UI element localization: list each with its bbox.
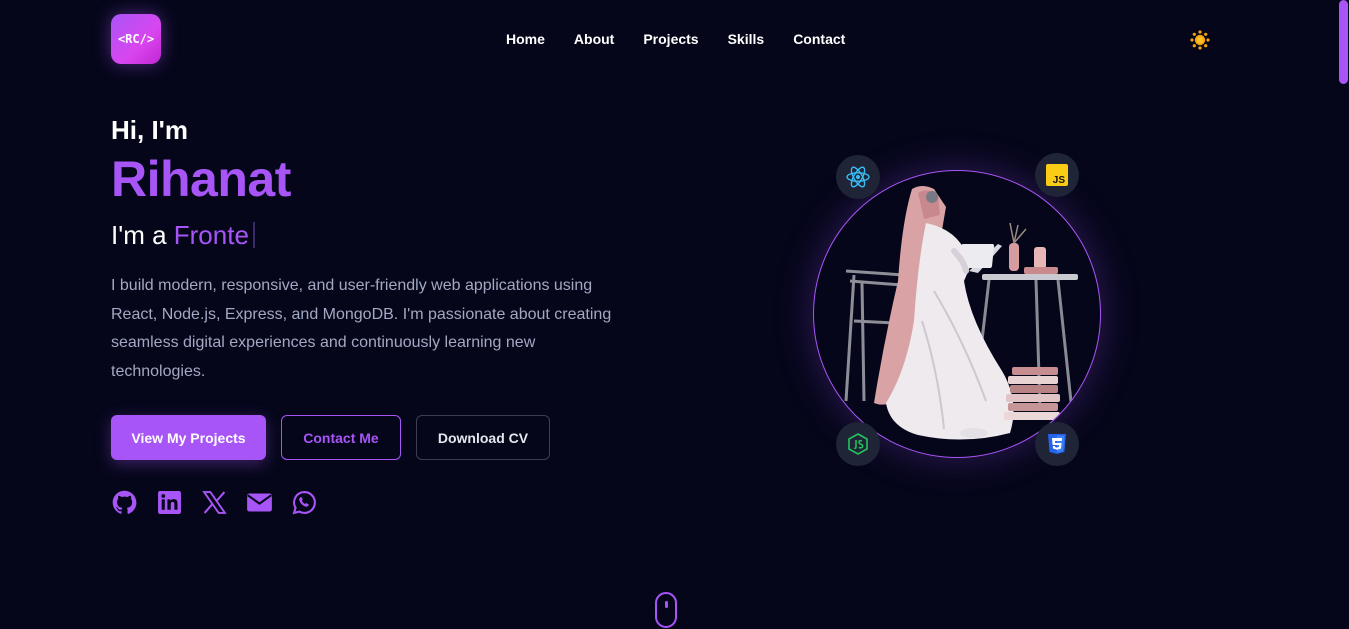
whatsapp-icon — [292, 491, 316, 515]
portfolio-page: <RC/> Home About Projects Skills Contact… — [0, 0, 1349, 629]
nav-about[interactable]: About — [574, 31, 614, 47]
javascript-badge: JS — [1035, 153, 1079, 197]
contact-me-button[interactable]: Contact Me — [281, 415, 401, 460]
view-projects-button[interactable]: View My Projects — [111, 415, 266, 460]
x-link[interactable] — [201, 489, 228, 516]
nav-contact[interactable]: Contact — [793, 31, 845, 47]
nav-home[interactable]: Home — [506, 31, 545, 47]
nodejs-badge — [836, 422, 880, 466]
sun-icon — [1190, 30, 1210, 50]
scrollbar-thumb[interactable] — [1339, 0, 1348, 84]
javascript-icon: JS — [1046, 164, 1068, 186]
linkedin-icon — [158, 491, 181, 514]
download-cv-button[interactable]: Download CV — [416, 415, 550, 460]
typing-caret — [252, 222, 255, 248]
social-links — [111, 489, 318, 516]
github-link[interactable] — [111, 489, 138, 516]
portrait-image — [813, 170, 1101, 458]
linkedin-link[interactable] — [156, 489, 183, 516]
react-icon — [846, 166, 870, 188]
hero-role: I'm a Fronte — [111, 220, 255, 251]
page-scrollbar[interactable] — [1337, 0, 1349, 629]
hero-bio: I build modern, responsive, and user-fri… — [111, 277, 612, 381]
react-badge — [836, 155, 880, 199]
css3-icon — [1048, 434, 1066, 454]
hero-name: Rihanat — [111, 151, 291, 207]
theme-toggle-button[interactable] — [1189, 29, 1211, 51]
x-icon — [202, 491, 227, 514]
github-icon — [112, 490, 137, 514]
email-link[interactable] — [246, 489, 273, 516]
hero-greeting: Hi, I'm — [111, 115, 188, 145]
role-prefix: I'm a — [111, 220, 167, 250]
site-logo[interactable]: <RC/> — [111, 14, 161, 64]
mouse-wheel-icon — [665, 601, 668, 608]
whatsapp-link[interactable] — [291, 489, 318, 516]
nav-skills[interactable]: Skills — [728, 31, 765, 47]
scroll-down-indicator[interactable] — [655, 592, 677, 628]
nav-projects[interactable]: Projects — [643, 31, 698, 47]
portrait-illustration — [844, 186, 1078, 440]
mail-icon — [247, 493, 272, 512]
main-nav: Home About Projects Skills Contact — [506, 31, 845, 47]
css3-badge — [1035, 422, 1079, 466]
role-typed-text: Fronte — [173, 220, 249, 250]
js-badge-text: JS — [1053, 175, 1066, 186]
nodejs-icon — [848, 433, 868, 455]
